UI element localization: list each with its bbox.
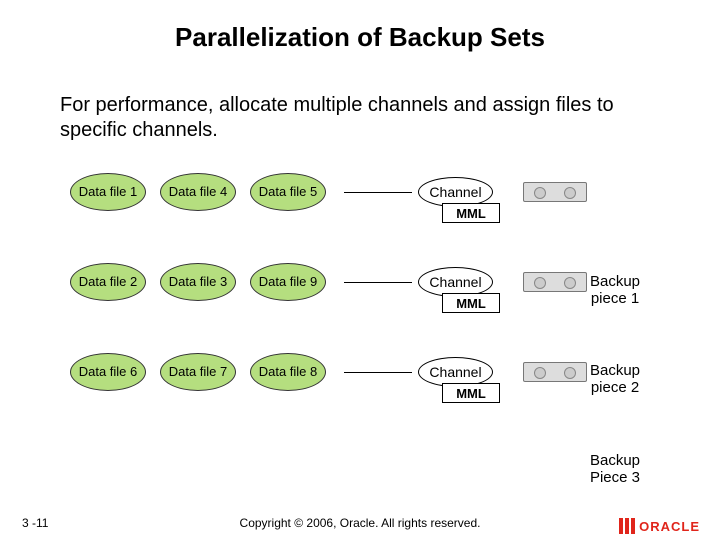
oracle-logo: ORACLE — [619, 518, 700, 534]
mml-box: MML — [442, 203, 500, 223]
connector-line — [344, 372, 412, 373]
backup-piece-label: Backup piece 2 — [570, 362, 660, 397]
mml-box: MML — [442, 293, 500, 313]
page-number: 3 -11 — [22, 516, 48, 530]
backup-piece-label: Backup piece 1 — [570, 273, 660, 308]
slide-footer: 3 -11 Copyright © 2006, Oracle. All righ… — [0, 516, 720, 530]
slide-title: Parallelization of Backup Sets — [0, 0, 720, 53]
datafile: Data file 4 — [160, 173, 236, 211]
slide-description: For performance, allocate multiple chann… — [60, 93, 660, 143]
datafile: Data file 7 — [160, 353, 236, 391]
datafile: Data file 6 — [70, 353, 146, 391]
connector-line — [344, 192, 412, 193]
channel-row: Data file 1 Data file 4 Data file 5 Chan… — [70, 161, 720, 223]
backup-piece-label: Backup Piece 3 — [570, 452, 660, 487]
datafile: Data file 9 — [250, 263, 326, 301]
datafile: Data file 1 — [70, 173, 146, 211]
datafile: Data file 2 — [70, 263, 146, 301]
mml-box: MML — [442, 383, 500, 403]
logo-bars-icon — [619, 518, 635, 534]
datafile: Data file 3 — [160, 263, 236, 301]
datafile: Data file 5 — [250, 173, 326, 211]
logo-text: ORACLE — [639, 519, 700, 534]
datafile: Data file 8 — [250, 353, 326, 391]
copyright: Copyright © 2006, Oracle. All rights res… — [240, 516, 481, 530]
connector-line — [344, 282, 412, 283]
tape-icon — [523, 179, 587, 205]
